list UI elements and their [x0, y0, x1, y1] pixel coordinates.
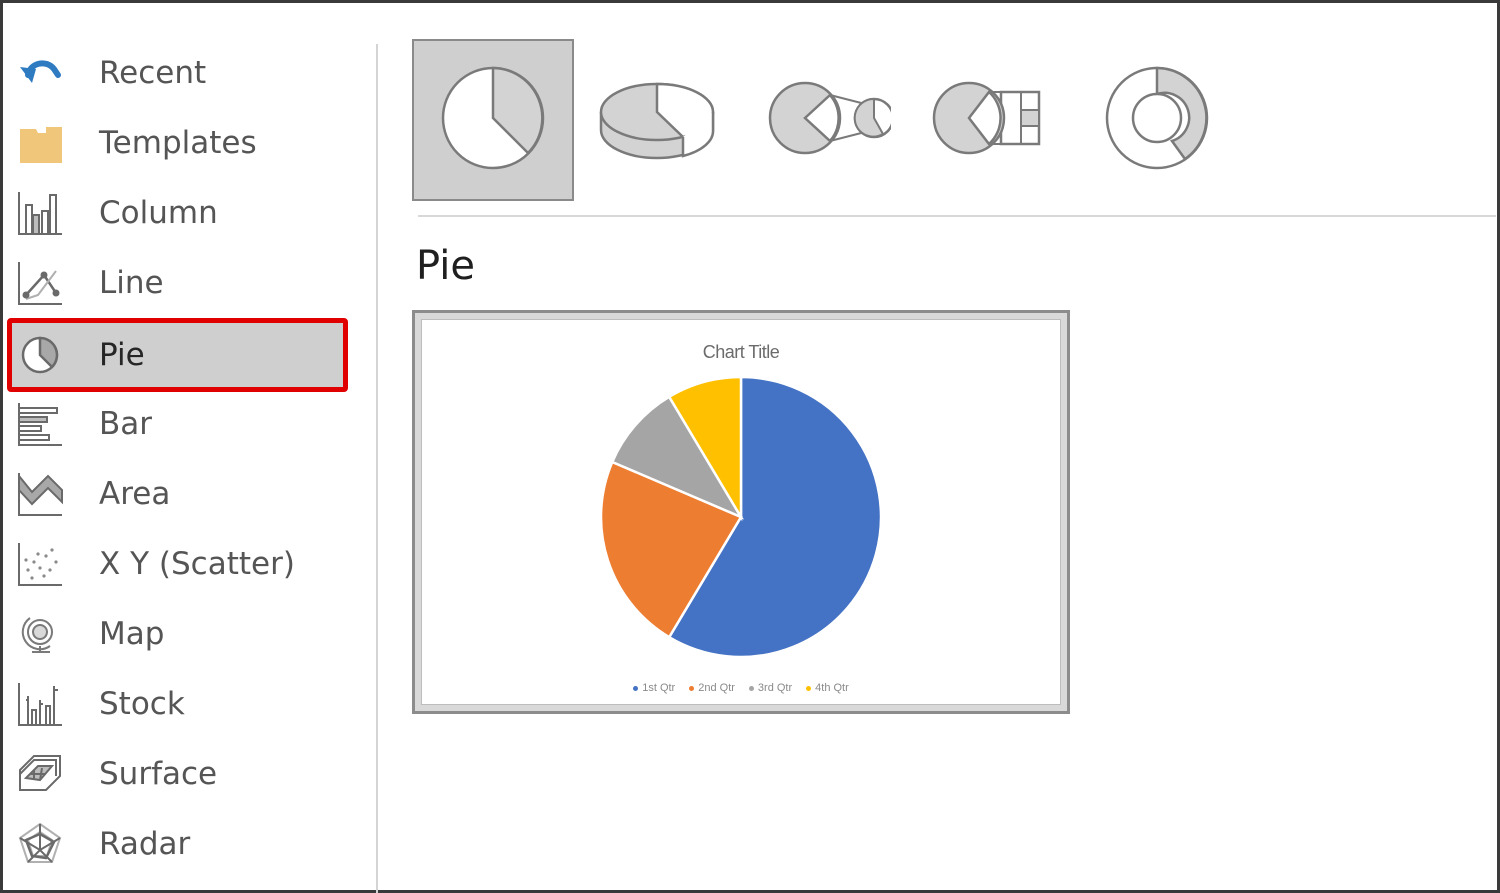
sidebar-item-area[interactable]: Area — [10, 461, 344, 527]
sidebar-item-label: Map — [99, 616, 165, 652]
sidebar-item-label: Line — [99, 265, 164, 301]
sidebar-item-label: Column — [99, 195, 218, 231]
pie-of-pie-icon — [751, 48, 895, 192]
line-chart-icon — [16, 259, 64, 307]
pie-chart — [599, 375, 883, 659]
sidebar-item-radar[interactable]: Radar — [10, 811, 344, 877]
sidebar-item-label: Area — [99, 476, 171, 512]
legend-label: 3rd Qtr — [757, 682, 793, 694]
scatter-chart-icon — [16, 540, 64, 588]
legend-swatch — [633, 685, 639, 691]
sidebar-item-column[interactable]: Column — [10, 180, 344, 246]
doughnut-icon — [1077, 48, 1217, 192]
bar-chart-icon — [16, 400, 64, 448]
subtype-pie[interactable] — [412, 39, 574, 201]
legend-label: 4th Qtr — [815, 682, 849, 694]
chart-preview-canvas: Chart Title 1st Qtr 2nd Qtr 3rd Qtr 4th Qtr — [421, 319, 1061, 705]
chart-preview[interactable]: Chart Title 1st Qtr 2nd Qtr 3rd Qtr 4th Qtr — [412, 310, 1070, 714]
subtype-pie-of-pie[interactable] — [740, 39, 902, 201]
pie-3d-icon — [587, 48, 727, 192]
legend-swatch — [806, 685, 812, 691]
bar-of-pie-icon — [917, 48, 1057, 192]
sidebar-item-map[interactable]: Map — [10, 601, 344, 667]
sidebar-item-surface[interactable]: Surface — [10, 741, 344, 807]
legend-swatch — [689, 685, 695, 691]
folder-icon — [16, 119, 64, 167]
legend-label: 1st Qtr — [642, 682, 676, 694]
sidebar-item-line[interactable]: Line — [10, 250, 344, 316]
stock-chart-icon — [16, 680, 64, 728]
subtype-bar-of-pie[interactable] — [906, 39, 1068, 201]
chart-subtype-title: Pie — [416, 243, 475, 289]
sidebar-item-bar[interactable]: Bar — [10, 391, 344, 457]
recent-arrow-icon — [16, 49, 64, 97]
sidebar-item-label: Templates — [99, 125, 257, 161]
gallery-divider — [418, 215, 1496, 217]
globe-icon — [16, 610, 64, 658]
legend-label: 2nd Qtr — [698, 682, 735, 694]
sidebar-item-label: Pie — [99, 337, 145, 373]
sidebar-item-label: Radar — [99, 826, 191, 862]
sidebar-item-label: Surface — [99, 756, 218, 792]
legend-entry: 1st Qtr — [633, 682, 675, 694]
sidebar-item-label: Recent — [99, 55, 207, 91]
sidebar-item-scatter[interactable]: X Y (Scatter) — [10, 531, 344, 597]
legend-entry: 4th Qtr — [806, 682, 849, 694]
sidebar-item-label: X Y (Scatter) — [99, 546, 295, 582]
radar-chart-icon — [16, 820, 64, 868]
legend-entry: 3rd Qtr — [748, 682, 793, 694]
sidebar-item-recent[interactable]: Recent — [10, 40, 344, 106]
sidebar-item-label: Stock — [99, 686, 185, 722]
surface-chart-icon — [16, 750, 64, 798]
subtype-3d-pie[interactable] — [576, 39, 738, 201]
column-chart-icon — [16, 189, 64, 237]
sidebar-divider — [376, 44, 378, 893]
chart-type-sidebar: Recent Templates Column Line Pie Bar Are… — [0, 0, 378, 893]
legend-entry: 2nd Qtr — [689, 682, 735, 694]
sidebar-item-pie[interactable]: Pie — [7, 318, 348, 392]
sidebar-item-stock[interactable]: Stock — [10, 671, 344, 737]
area-chart-icon — [16, 470, 64, 518]
chart-legend: 1st Qtr 2nd Qtr 3rd Qtr 4th Qtr — [422, 682, 1060, 694]
sidebar-item-label: Bar — [99, 406, 153, 442]
subtype-doughnut[interactable] — [1066, 39, 1228, 201]
legend-swatch — [748, 685, 754, 691]
sidebar-item-templates[interactable]: Templates — [10, 110, 344, 176]
pie-icon — [423, 48, 563, 192]
pie-chart-icon — [16, 331, 64, 379]
